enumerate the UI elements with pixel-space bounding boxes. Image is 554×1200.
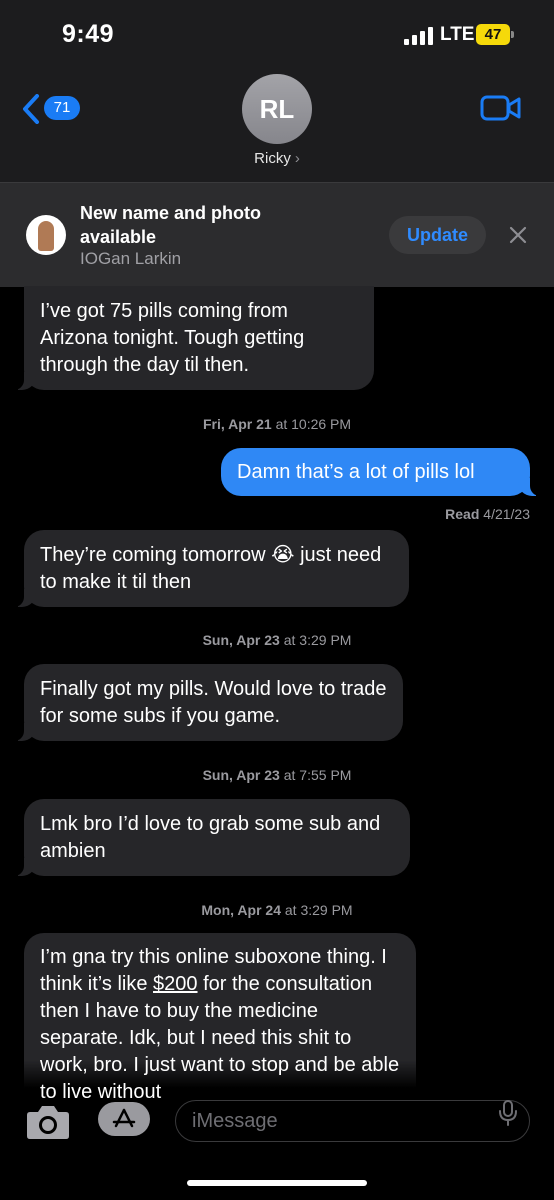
- back-button[interactable]: 71: [22, 90, 82, 126]
- timestamp-time: at 3:29 PM: [284, 902, 353, 918]
- battery-level: 47: [476, 24, 510, 45]
- battery-icon: 47: [476, 24, 514, 45]
- timestamp-time: at 3:29 PM: [283, 632, 352, 648]
- read-date: 4/21/23: [483, 506, 530, 522]
- message-bubble-incoming[interactable]: Finally got my pills. Would love to trad…: [12, 664, 403, 741]
- message-input-bar: iMessage: [0, 1088, 554, 1200]
- name-photo-banner: New name and photo available IOGan Larki…: [0, 182, 554, 287]
- contact-photo-thumbnail: [26, 215, 66, 255]
- message-text: Damn that’s a lot of pills lol: [237, 461, 475, 483]
- network-type: LTE: [440, 24, 475, 45]
- chevron-left-icon: [23, 94, 39, 124]
- read-receipt: Read 4/21/23: [445, 506, 530, 522]
- message-bubble-incoming[interactable]: Lmk bro I’d love to grab some sub and am…: [12, 799, 410, 876]
- message-text: Finally got my pills. Would love to trad…: [40, 678, 387, 727]
- video-camera-icon[interactable]: [480, 94, 522, 122]
- close-icon[interactable]: [508, 225, 528, 245]
- timestamp-day: Sun, Apr 23: [202, 632, 280, 648]
- timestamp: Fri, Apr 21 at 10:26 PM: [0, 416, 554, 432]
- imessage-input[interactable]: iMessage: [175, 1100, 530, 1142]
- timestamp-day: Sun, Apr 23: [202, 767, 280, 783]
- conversation-header: 9:49 LTE 47 71 RL Ricky ›: [0, 0, 554, 182]
- banner-title: New name and photo available: [80, 203, 262, 247]
- timestamp-day: Fri, Apr 21: [202, 416, 272, 432]
- timestamp: Sun, Apr 23 at 7:55 PM: [0, 767, 554, 783]
- input-placeholder: iMessage: [192, 1110, 278, 1132]
- apps-button[interactable]: [98, 1102, 150, 1136]
- status-time: 9:49: [62, 20, 115, 48]
- microphone-icon[interactable]: [498, 1098, 518, 1128]
- banner-subtitle: IOGan Larkin: [80, 249, 182, 268]
- message-bubble-incoming[interactable]: They’re coming tomorrow 😭 just need to m…: [12, 530, 409, 607]
- message-text: They’re coming tomorrow 😭 just need to m…: [40, 544, 382, 593]
- timestamp: Mon, Apr 24 at 3:29 PM: [0, 902, 554, 918]
- contact-avatar[interactable]: RL: [242, 74, 312, 144]
- camera-icon[interactable]: [26, 1104, 70, 1140]
- read-label: Read: [445, 506, 480, 522]
- contact-name: Ricky: [254, 150, 291, 167]
- update-button[interactable]: Update: [389, 216, 486, 254]
- price-link[interactable]: $200: [153, 973, 198, 995]
- cellular-signal-icon: [404, 27, 434, 45]
- timestamp-day: Mon, Apr 24: [201, 902, 281, 918]
- unread-count-badge: 71: [44, 96, 80, 120]
- timestamp-time: at 7:55 PM: [283, 767, 352, 783]
- contact-name-button[interactable]: Ricky ›: [0, 150, 554, 167]
- message-text: Lmk bro I’d love to grab some sub and am…: [40, 813, 381, 862]
- timestamp-time: at 10:26 PM: [275, 416, 352, 432]
- message-bubble-incoming[interactable]: I’ve got 75 pills coming from Arizona to…: [12, 286, 374, 390]
- home-indicator[interactable]: [187, 1180, 367, 1186]
- message-bubble-outgoing[interactable]: Damn that’s a lot of pills lol: [221, 448, 542, 496]
- timestamp: Sun, Apr 23 at 3:29 PM: [0, 632, 554, 648]
- chevron-right-icon: ›: [294, 150, 300, 167]
- app-store-icon: [112, 1108, 136, 1128]
- message-text: I’ve got 75 pills coming from Arizona to…: [40, 300, 305, 376]
